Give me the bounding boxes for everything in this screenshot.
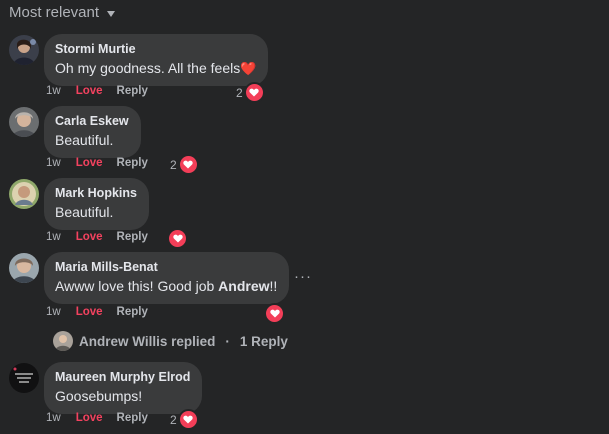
heart-icon [243, 82, 265, 103]
reply-button[interactable]: Reply [117, 85, 148, 97]
reaction-summary[interactable]: 2 [170, 154, 199, 175]
avatar[interactable] [9, 363, 39, 393]
avatar[interactable] [9, 35, 39, 65]
comment-bubble: Maria Mills-Benat Awww love this! Good j… [44, 252, 290, 304]
comment-author[interactable]: Stormi Murtie [55, 41, 256, 57]
reply-button[interactable]: Reply [117, 306, 148, 318]
love-button[interactable]: Love [76, 157, 103, 169]
avatar [53, 331, 73, 351]
comment-actions: 1w Love Reply [46, 85, 148, 97]
comment-bubble: Stormi Murtie Oh my goodness. All the fe… [44, 34, 269, 86]
sort-dropdown[interactable]: Most relevant [9, 4, 116, 21]
comment-actions: 1w Love Reply [46, 306, 148, 318]
avatar[interactable] [9, 179, 39, 209]
separator: · [225, 333, 230, 349]
comment-author[interactable]: Maureen Murphy Elrod [55, 369, 190, 385]
reply-button[interactable]: Reply [117, 157, 148, 169]
reply-count: 1 Reply [239, 333, 288, 349]
comment-text: Awww love this! Good job Andrew!! [55, 277, 277, 296]
heart-icon [264, 303, 285, 324]
chevron-down-icon [107, 10, 116, 17]
replied-by: Andrew Willis replied [79, 333, 216, 349]
reaction-count: 2 [170, 157, 177, 172]
reaction-summary[interactable] [263, 303, 285, 324]
comment-actions: 1w Love Reply [46, 157, 148, 169]
comment-time[interactable]: 1w [46, 306, 61, 318]
comment-actions: 1w Love Reply [46, 231, 148, 243]
comment-author[interactable]: Carla Eskew [55, 113, 129, 129]
comment-body: Awww love this! Good job [55, 278, 219, 294]
comment-body: Oh my goodness. All the feels [55, 60, 241, 76]
comment-body-end: !! [269, 278, 278, 294]
reaction-summary[interactable]: 2 [170, 409, 199, 430]
heart-icon [177, 409, 199, 430]
love-button[interactable]: Love [76, 306, 103, 318]
comment-text: Oh my goodness. All the feels❤️ [55, 59, 256, 78]
love-button[interactable]: Love [76, 412, 103, 424]
heart-icon [177, 154, 199, 175]
comment-author[interactable]: Maria Mills-Benat [55, 259, 277, 275]
avatar[interactable] [9, 253, 39, 283]
comment-actions: 1w Love Reply [46, 412, 148, 424]
comment-bubble: Maureen Murphy Elrod Goosebumps! [44, 362, 203, 414]
heart-emoji-icon: ❤️ [240, 61, 257, 76]
comment-time[interactable]: 1w [46, 157, 61, 169]
avatar[interactable] [9, 107, 39, 137]
love-button[interactable]: Love [76, 85, 103, 97]
more-horizontal-icon[interactable]: ··· [294, 268, 312, 285]
reply-button[interactable]: Reply [117, 231, 148, 243]
reaction-count: 2 [170, 412, 177, 427]
comment-text: Beautiful. [55, 132, 114, 148]
view-replies-link[interactable]: Andrew Willis replied · 1 Reply [53, 331, 288, 351]
heart-icon [167, 228, 188, 249]
comment-time[interactable]: 1w [46, 85, 61, 97]
comment-text: Beautiful. [55, 204, 114, 220]
comment-time[interactable]: 1w [46, 231, 61, 243]
comment-author[interactable]: Mark Hopkins [55, 185, 137, 201]
comment-text: Goosebumps! [55, 388, 143, 404]
comment-time[interactable]: 1w [46, 412, 61, 424]
reaction-count: 2 [236, 85, 243, 100]
comment-bubble: Carla Eskew Beautiful. [44, 106, 141, 158]
reply-button[interactable]: Reply [117, 412, 148, 424]
love-button[interactable]: Love [76, 231, 103, 243]
comment-bubble: Mark Hopkins Beautiful. [44, 178, 149, 230]
mention-link[interactable]: Andrew [218, 278, 269, 294]
reaction-summary[interactable] [166, 228, 188, 249]
sort-label: Most relevant [9, 4, 100, 21]
reaction-summary[interactable]: 2 [236, 82, 265, 103]
